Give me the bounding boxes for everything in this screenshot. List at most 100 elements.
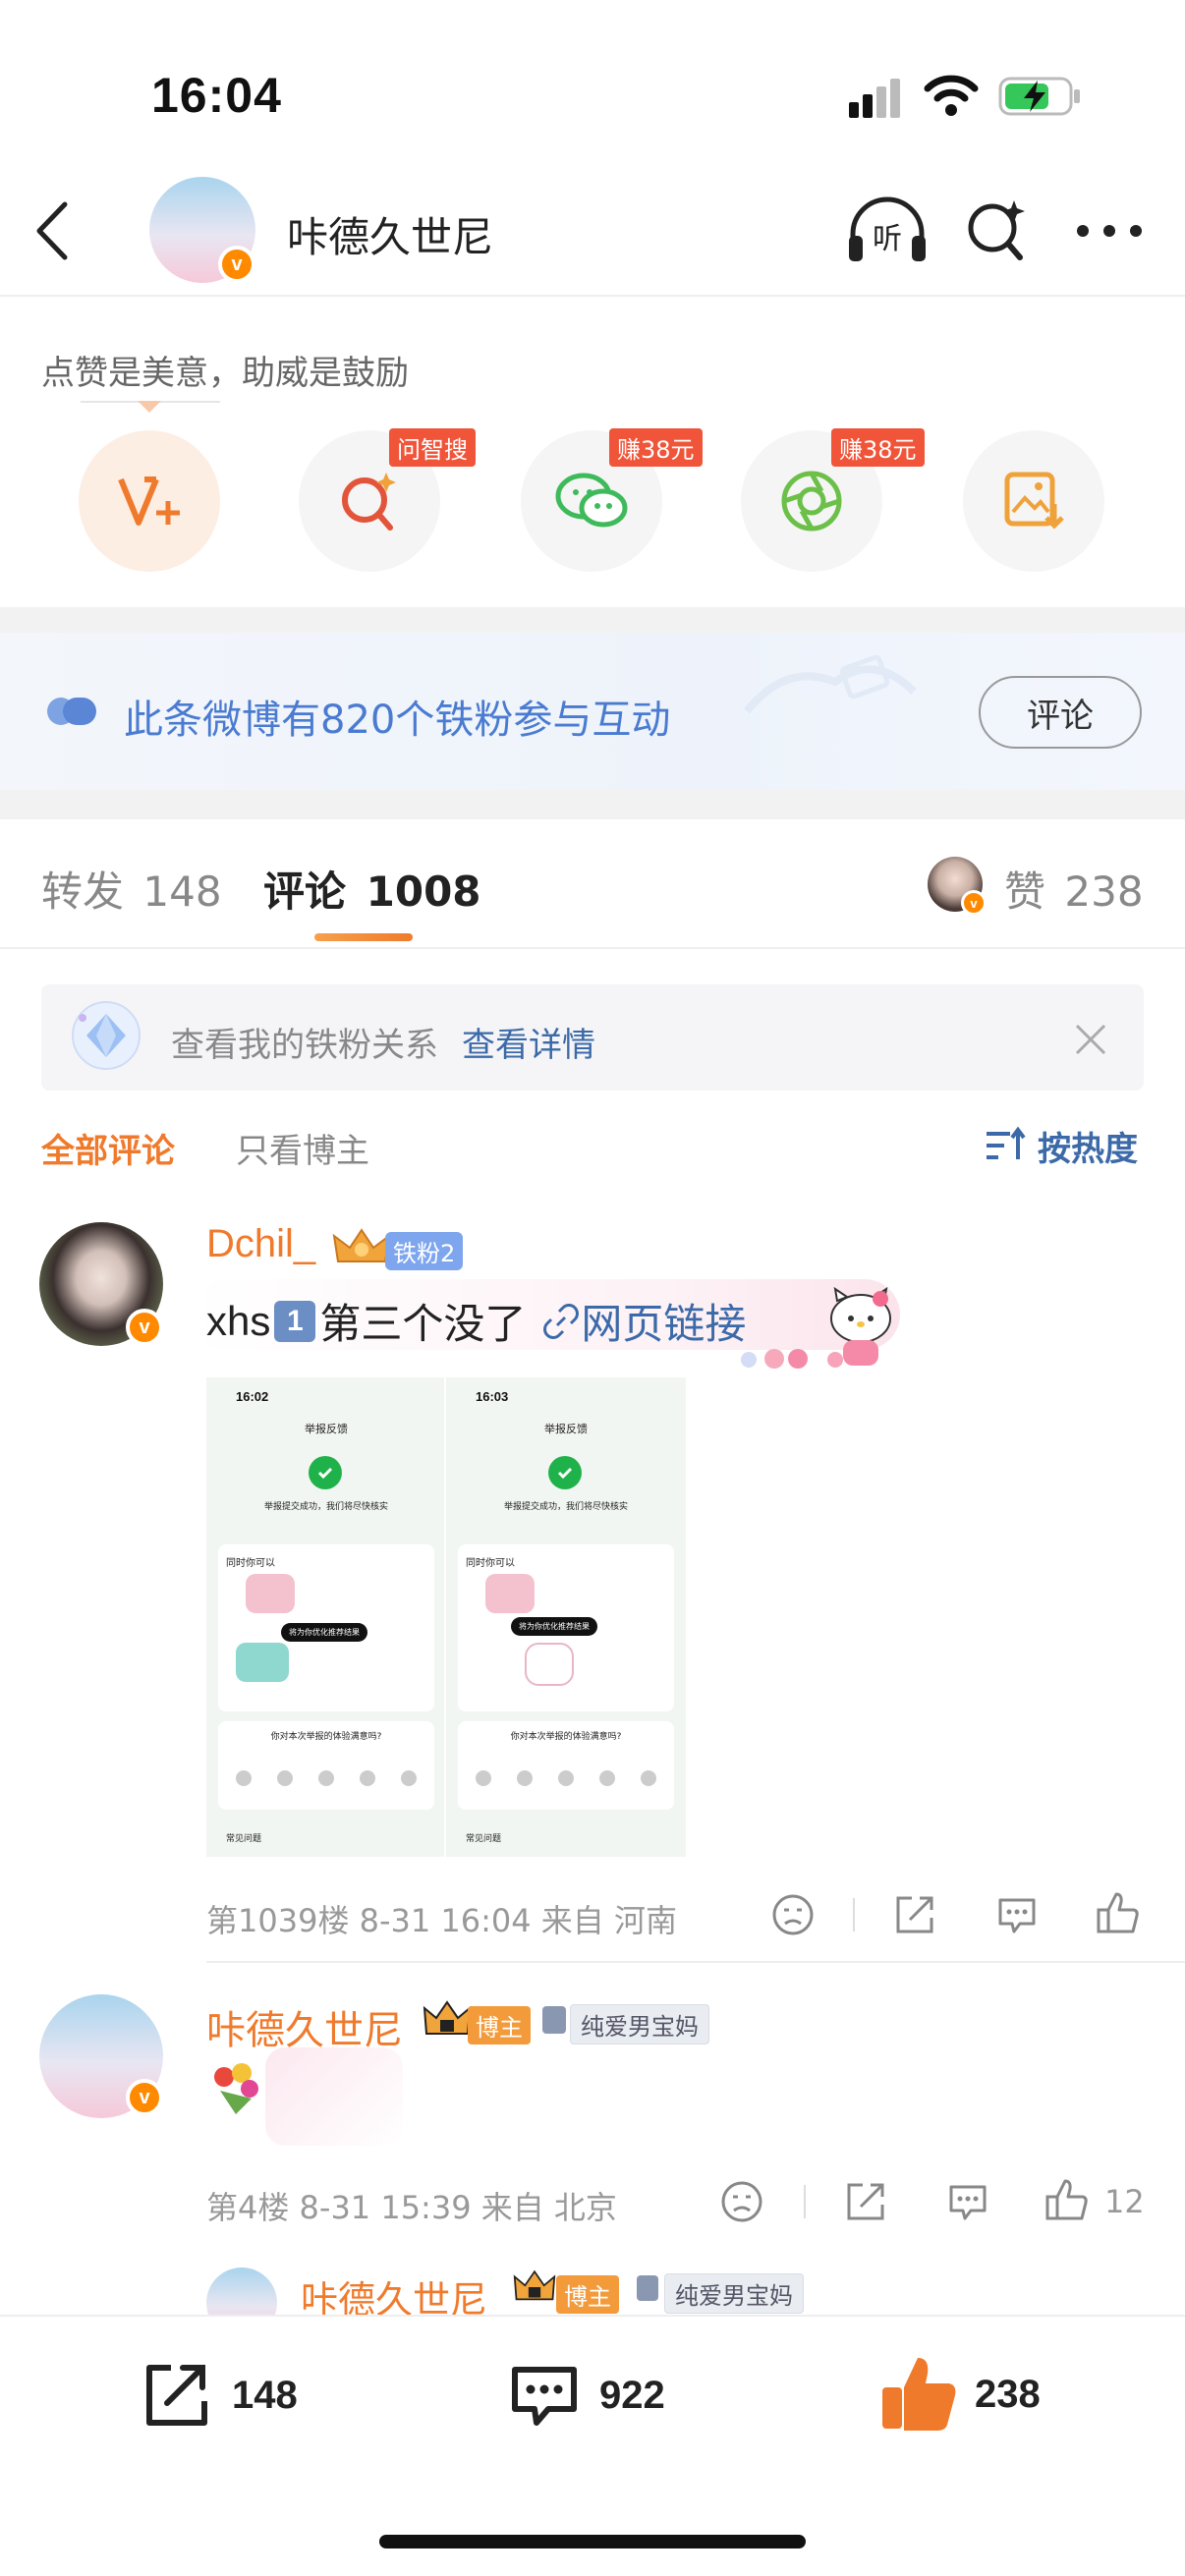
screenshot-faq-2: 常见问题 [466, 1834, 502, 1844]
screenshot-toast-2: 将为你优化推荐结果 [511, 1617, 597, 1636]
reply-icon[interactable] [994, 1892, 1040, 1942]
wechat-tag: 赚38元 [609, 428, 703, 467]
fan-diamond-icon [69, 998, 143, 1078]
tab-like-label: 赞 [1004, 868, 1046, 916]
reply-icon-2[interactable] [945, 2179, 990, 2229]
comment2-like-count: 12 [1104, 2183, 1145, 2220]
tab-like-count: 238 [1064, 868, 1144, 916]
bottom-like-count: 238 [975, 2372, 1041, 2416]
sticker-faded-icon [265, 2047, 403, 2146]
screenshot-title-2: 举报反馈 [544, 1423, 588, 1435]
fan-group-badge: 纯爱男宝妈 [570, 2004, 709, 2044]
filter-all[interactable]: 全部评论 [41, 1124, 175, 1172]
screenshot-section-2: 同时你可以 [466, 1558, 515, 1569]
sort-label[interactable]: 按热度 [1038, 1122, 1138, 1170]
banner-decoration-icon [743, 654, 917, 714]
wenzhisou-tag: 问智搜 [389, 428, 476, 467]
check-icon-2 [548, 1456, 582, 1489]
screenshot-right: 16:03 举报反馈 举报提交成功，我们将尽快核实 同时你可以 将为你优化推荐结… [446, 1377, 686, 1857]
tab-repost[interactable]: 转发 148 [41, 859, 222, 919]
prompt-pointer-icon [138, 401, 161, 420]
comment-text-prefix: xhs [206, 1297, 271, 1344]
comment-meta: 第1039楼 8-31 16:04 来自 河南 [206, 1902, 677, 1939]
sort-icon[interactable] [985, 1126, 1028, 1170]
listen-label: 听 [873, 222, 902, 256]
signal-icon [847, 77, 906, 125]
reply-crown-icon [513, 2269, 556, 2310]
fans-comment-button[interactable]: 评论 [979, 676, 1142, 749]
bottom-comment-button[interactable]: 922 [505, 2356, 665, 2435]
like-icon[interactable] [1095, 1890, 1142, 1942]
tab-comment[interactable]: 评论 1008 [263, 859, 481, 919]
fan-group-icon [542, 2006, 566, 2034]
header-title[interactable]: 咔德久世尼 [287, 204, 493, 264]
blogger-crown-icon [423, 2000, 472, 2044]
share-icon-2[interactable] [843, 2179, 888, 2229]
screenshot-section: 同时你可以 [226, 1558, 275, 1569]
comment-icon [512, 2367, 577, 2426]
filter-blogger-only[interactable]: 只看博主 [236, 1124, 369, 1172]
bottom-repost-count: 148 [232, 2373, 298, 2417]
save-image-button[interactable] [963, 430, 1104, 572]
fan-notice-link[interactable]: 查看详情 [462, 1018, 595, 1066]
blogger-badge: 博主 [468, 2006, 531, 2044]
screenshot-left: 16:02 举报反馈 举报提交成功，我们将尽快核实 同时你可以 将为你优化推荐结… [206, 1377, 446, 1857]
more-icon[interactable] [1075, 216, 1144, 251]
tab-active-indicator [314, 933, 413, 941]
rating-faces-icon [234, 1768, 421, 1793]
meta-separator [853, 1898, 855, 1932]
wechat-icon [555, 473, 628, 528]
screenshot-survey: 你对本次举报的体验满意吗? [270, 1732, 382, 1742]
liker-verified-icon: v [961, 890, 987, 916]
screenshot-time-2: 16:03 [476, 1389, 509, 1404]
bottom-like-button[interactable]: 238 [876, 2352, 1041, 2436]
vplus-button[interactable] [79, 430, 220, 572]
close-icon[interactable] [1073, 1022, 1108, 1062]
screenshot-title: 举报反馈 [305, 1423, 348, 1435]
support-prompt: 点赞是美意，助威是鼓励 [41, 354, 409, 393]
bottom-repost-button[interactable]: 148 [138, 2356, 298, 2435]
vplus-icon [118, 476, 180, 526]
comment-link[interactable]: 网页链接 [581, 1291, 746, 1351]
comment2-verified-icon: v [126, 2079, 163, 2116]
sticker-cat2-icon [236, 1643, 289, 1682]
sticker-cat3-icon [485, 1574, 535, 1613]
like-icon-2[interactable] [1044, 2177, 1091, 2229]
battery-icon [998, 75, 1083, 123]
header-divider [0, 295, 1185, 297]
tab-comment-count: 1008 [366, 868, 481, 916]
tab-repost-count: 148 [142, 868, 222, 916]
screenshot-time: 16:02 [236, 1389, 269, 1404]
bouquet-emoji-icon [206, 2063, 265, 2121]
strawberry-decoration-icon [737, 1344, 816, 1378]
dislike-icon[interactable] [770, 1892, 816, 1942]
comment2-meta: 第4楼 8-31 15:39 来自 北京 [206, 2189, 617, 2226]
comment-username[interactable]: Dchil_ [206, 1222, 315, 1266]
tab-like[interactable]: 赞 238 [1004, 859, 1144, 919]
like-filled-icon [882, 2358, 956, 2431]
tab-repost-label: 转发 [41, 868, 125, 916]
back-button[interactable] [29, 196, 79, 265]
moments-icon [781, 471, 842, 532]
comment-text-main: 第三个没了 [319, 1300, 527, 1348]
hello-kitty-sticker-icon [816, 1285, 906, 1378]
share-icon[interactable] [892, 1892, 937, 1942]
search-icon[interactable] [963, 196, 1032, 270]
fans-banner-text: 此条微博有820个铁粉参与互动 [124, 698, 671, 743]
reply-fan-group-badge: 纯爱男宝妈 [664, 2273, 804, 2314]
dislike-icon-2[interactable] [719, 2179, 764, 2229]
comment-verified-icon: v [126, 1309, 163, 1346]
sticker-cat-icon [246, 1574, 295, 1613]
reply-fan-group-icon [637, 2275, 658, 2301]
section-gap [0, 607, 1185, 633]
fan-notice-text: 查看我的铁粉关系 [171, 1026, 438, 1065]
rating-faces-icon-2 [474, 1768, 660, 1793]
wifi-icon [924, 73, 979, 123]
section-gap-2 [0, 790, 1185, 819]
status-time: 16:04 [151, 68, 282, 123]
listen-button[interactable]: 听 [845, 196, 930, 265]
moments-tag: 赚38元 [831, 428, 925, 467]
check-icon [309, 1456, 342, 1489]
comment-image[interactable]: 16:02 举报反馈 举报提交成功，我们将尽快核实 同时你可以 将为你优化推荐结… [206, 1377, 686, 1857]
sticker-rabbit-icon [525, 1643, 574, 1686]
